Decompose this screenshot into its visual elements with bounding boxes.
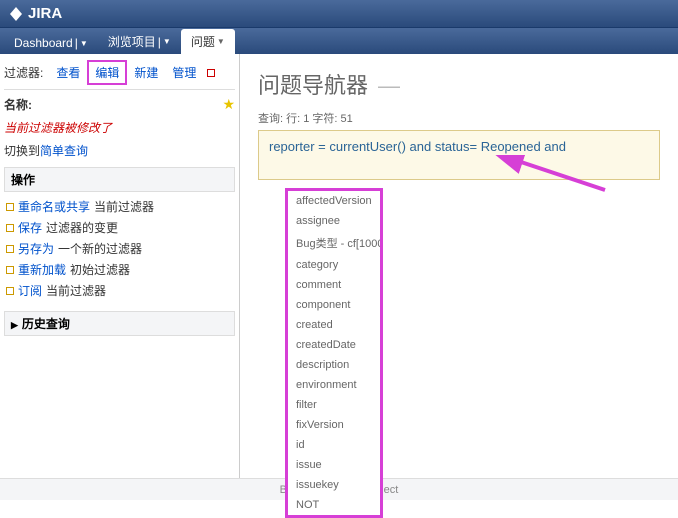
action-subscribe[interactable]: 订阅当前过滤器	[6, 280, 233, 301]
switch-query-mode: 切换到简单查询	[4, 142, 235, 159]
ac-item[interactable]: filter	[288, 395, 380, 415]
ac-item[interactable]: created	[288, 315, 380, 335]
ac-item[interactable]: id	[288, 435, 380, 455]
tab-view[interactable]: 查看	[49, 61, 87, 84]
ac-item[interactable]: fixVersion	[288, 415, 380, 435]
ac-item[interactable]: NOT	[288, 495, 380, 515]
chevron-down-icon: ▼	[217, 37, 225, 46]
ac-item[interactable]: issuekey	[288, 475, 380, 495]
stop-icon[interactable]	[207, 69, 215, 77]
action-list: 重命名或共享当前过滤器 保存过滤器的变更 另存为一个新的过滤器 重新加载初始过滤…	[4, 192, 235, 305]
filter-label: 过滤器:	[4, 64, 43, 81]
filter-modified-alert: 当前过滤器被修改了	[4, 119, 235, 136]
action-reload[interactable]: 重新加载初始过滤器	[6, 259, 233, 280]
ac-item[interactable]: createdDate	[288, 335, 380, 355]
jql-autocomplete-dropdown: affectedVersion assignee Bug类型 - cf[1000…	[285, 188, 383, 518]
jql-query-input[interactable]: reporter = currentUser() and status= Reo…	[258, 130, 660, 180]
ac-item[interactable]: component	[288, 295, 380, 315]
ac-item[interactable]: comment	[288, 275, 380, 295]
sidebar: 过滤器: 查看 编辑 新建 管理 名称: ★ 当前过滤器被修改了 切换到简单查询…	[0, 54, 240, 478]
app-name: JIRA	[28, 5, 62, 22]
bullet-icon	[6, 266, 14, 274]
ac-item[interactable]: Bug类型 - cf[10006]	[288, 231, 380, 255]
jira-logo[interactable]: JIRA	[8, 5, 62, 22]
action-rename-share[interactable]: 重命名或共享当前过滤器	[6, 196, 233, 217]
tab-manage[interactable]: 管理	[165, 61, 203, 84]
app-header: JIRA	[0, 0, 678, 28]
jira-icon	[8, 6, 24, 22]
name-label: 名称:	[4, 98, 32, 112]
query-position-info: 查询: 行: 1 字符: 51	[258, 110, 660, 126]
ac-item[interactable]: affectedVersion	[288, 191, 380, 211]
ac-item[interactable]: issue	[288, 455, 380, 475]
tab-new[interactable]: 新建	[127, 61, 165, 84]
main-nav: Dashboard | ▼ 浏览项目 | ▼ 问题 ▼	[0, 28, 678, 54]
action-save-as[interactable]: 另存为一个新的过滤器	[6, 238, 233, 259]
nav-issues[interactable]: 问题 ▼	[181, 29, 235, 54]
bullet-icon	[6, 245, 14, 253]
history-header[interactable]: ▶历史查询	[4, 311, 235, 336]
bullet-icon	[6, 203, 14, 211]
ac-item[interactable]: environment	[288, 375, 380, 395]
filter-tabs: 过滤器: 查看 编辑 新建 管理	[4, 60, 235, 90]
triangle-right-icon: ▶	[11, 320, 18, 330]
ac-item[interactable]: category	[288, 255, 380, 275]
nav-browse-projects[interactable]: 浏览项目 | ▼	[98, 29, 181, 54]
bullet-icon	[6, 287, 14, 295]
ac-item[interactable]: description	[288, 355, 380, 375]
star-icon[interactable]: ★	[222, 96, 235, 113]
chevron-down-icon: ▼	[163, 37, 171, 46]
tab-edit[interactable]: 编辑	[87, 60, 127, 85]
simple-query-link[interactable]: 简单查询	[40, 144, 88, 158]
name-section: 名称: ★	[4, 96, 235, 113]
operations-header: 操作	[4, 167, 235, 192]
action-save[interactable]: 保存过滤器的变更	[6, 217, 233, 238]
ac-item[interactable]: assignee	[288, 211, 380, 231]
bullet-icon	[6, 224, 14, 232]
page-title: 问题导航器—	[258, 68, 660, 100]
chevron-down-icon: ▼	[80, 39, 88, 48]
nav-dashboard[interactable]: Dashboard | ▼	[4, 32, 98, 54]
